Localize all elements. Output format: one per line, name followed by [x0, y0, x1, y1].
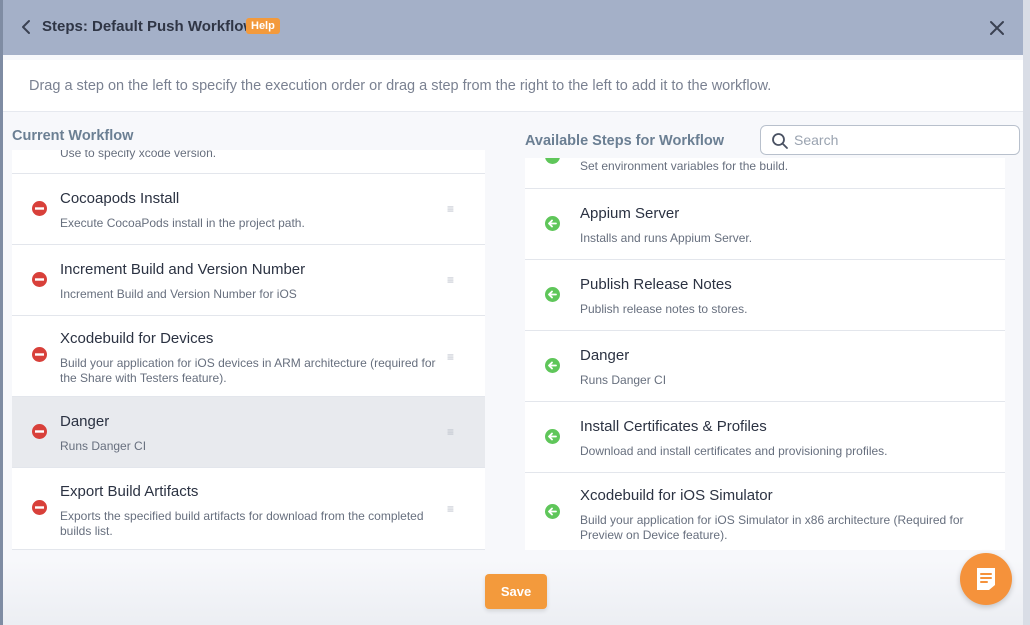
current-step-danger[interactable]: Danger Runs Danger CI ≡: [12, 397, 485, 468]
available-step-appium-server[interactable]: Appium Server Installs and runs Appium S…: [525, 189, 1005, 260]
minus-icon: [35, 207, 44, 210]
chat-button[interactable]: [960, 553, 1012, 605]
chat-icon: [977, 568, 995, 590]
background-edge: [1023, 0, 1030, 625]
available-step-publish-release-notes[interactable]: Publish Release Notes Publish release no…: [525, 260, 1005, 331]
close-button[interactable]: [986, 17, 1008, 39]
search-field[interactable]: [760, 125, 1020, 155]
step-name: Appium Server: [580, 205, 680, 222]
step-description: Download and install certificates and pr…: [580, 444, 888, 458]
instructions-bar: Drag a step on the left to specify the e…: [3, 60, 1023, 112]
step-description: Use to specify xcode version.: [60, 150, 217, 160]
available-step-env-vars[interactable]: Set environment variables for the build.: [525, 158, 1005, 189]
instructions-text: Drag a step on the left to specify the e…: [29, 78, 772, 94]
step-description: Build your application for iOS devices i…: [60, 356, 436, 385]
drag-handle-icon[interactable]: ≡: [447, 425, 454, 439]
close-icon: [990, 21, 1004, 35]
step-name: Danger: [60, 413, 110, 430]
help-badge[interactable]: Help: [246, 18, 280, 34]
current-step-xcode-version[interactable]: Use to specify xcode version.: [12, 150, 485, 174]
current-step-export-artifacts[interactable]: Export Build Artifacts Exports the speci…: [12, 468, 485, 550]
back-button[interactable]: [16, 16, 36, 38]
current-step-cocoapods-install[interactable]: Cocoapods Install Execute CocoaPods inst…: [12, 174, 485, 245]
step-description: Runs Danger CI: [580, 373, 667, 387]
remove-step-button[interactable]: [32, 424, 47, 439]
step-name: Danger: [580, 347, 630, 364]
remove-step-button[interactable]: [32, 272, 47, 287]
step-description: Execute CocoaPods install in the project…: [60, 216, 305, 230]
add-step-button[interactable]: [545, 504, 560, 519]
minus-icon: [35, 278, 44, 281]
step-description: Publish release notes to stores.: [580, 302, 748, 316]
arrow-left-icon: [548, 507, 557, 516]
page-title: Steps: Default Push Workflow: [42, 18, 256, 35]
workflow-modal: Steps: Default Push Workflow Help Drag a…: [3, 0, 1023, 625]
arrow-left-icon: [548, 290, 557, 299]
step-name: Install Certificates & Profiles: [580, 418, 767, 435]
available-steps-title: Available Steps for Workflow: [525, 133, 725, 149]
step-name: Export Build Artifacts: [60, 483, 199, 500]
current-step-increment-build[interactable]: Increment Build and Version Number Incre…: [12, 245, 485, 316]
step-description: Runs Danger CI: [60, 439, 147, 453]
remove-step-button[interactable]: [32, 201, 47, 216]
current-workflow-title: Current Workflow: [12, 128, 134, 144]
step-name: Cocoapods Install: [60, 190, 180, 207]
add-step-button[interactable]: [545, 216, 560, 231]
step-name: Publish Release Notes: [580, 276, 732, 293]
add-step-button[interactable]: [545, 158, 560, 164]
step-description: Exports the specified build artifacts fo…: [60, 509, 424, 538]
current-workflow-list: Use to specify xcode version. Cocoapods …: [12, 150, 485, 550]
available-step-install-certificates[interactable]: Install Certificates & Profiles Download…: [525, 402, 1005, 473]
minus-icon: [35, 506, 44, 509]
step-name: Increment Build and Version Number: [60, 261, 306, 278]
drag-handle-icon[interactable]: ≡: [447, 350, 454, 364]
remove-step-button[interactable]: [32, 500, 47, 515]
chevron-left-icon: [22, 20, 30, 34]
current-step-xcodebuild-devices[interactable]: Xcodebuild for Devices Build your applic…: [12, 316, 485, 397]
drag-handle-icon[interactable]: ≡: [447, 202, 454, 216]
search-icon: [772, 133, 788, 149]
available-step-danger[interactable]: Danger Runs Danger CI: [525, 331, 1005, 402]
available-steps-list: Set environment variables for the build.…: [525, 158, 1005, 550]
modal-header: Steps: Default Push Workflow Help: [3, 0, 1023, 55]
arrow-left-icon: [548, 361, 557, 370]
minus-icon: [35, 353, 44, 356]
remove-step-button[interactable]: [32, 347, 47, 362]
search-input[interactable]: [794, 130, 1009, 150]
arrow-left-icon: [548, 219, 557, 228]
step-name: Xcodebuild for iOS Simulator: [580, 487, 773, 504]
drag-handle-icon[interactable]: ≡: [447, 502, 454, 516]
save-button[interactable]: Save: [485, 574, 547, 609]
step-description: Installs and runs Appium Server.: [580, 231, 753, 245]
minus-icon: [35, 430, 44, 433]
add-step-button[interactable]: [545, 429, 560, 444]
step-description: Increment Build and Version Number for i…: [60, 287, 297, 301]
arrow-left-icon: [548, 432, 557, 441]
step-description: Build your application for iOS Simulator…: [580, 513, 964, 542]
drag-handle-icon[interactable]: ≡: [447, 273, 454, 287]
available-step-xcodebuild-simulator[interactable]: Xcodebuild for iOS Simulator Build your …: [525, 473, 1005, 550]
add-step-button[interactable]: [545, 287, 560, 302]
step-description: Set environment variables for the build.: [580, 159, 789, 173]
add-step-button[interactable]: [545, 358, 560, 373]
step-name: Xcodebuild for Devices: [60, 330, 214, 347]
